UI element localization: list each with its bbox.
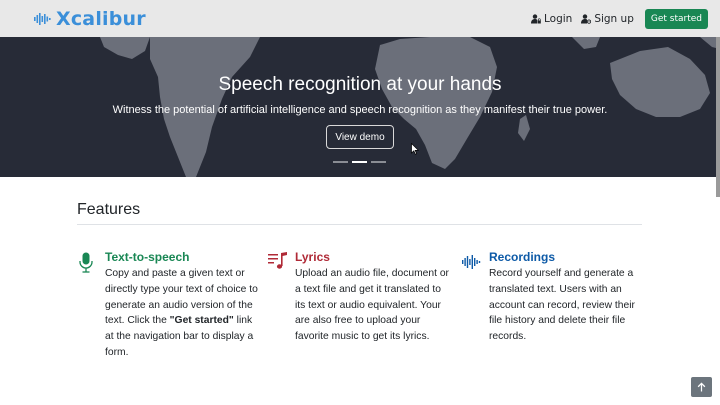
carousel-indicator-1[interactable] [333,161,348,163]
page-scrollbar[interactable] [716,37,720,197]
hero-subtitle: Witness the potential of artificial inte… [112,104,608,116]
get-started-button[interactable]: Get started [644,8,708,29]
signup-link[interactable]: Sign up [581,13,634,25]
feature-description: Upload an audio file, document or a text… [295,268,449,343]
view-demo-button[interactable]: View demo [326,125,394,149]
user-lock-icon [530,13,541,23]
features-heading: Features [77,201,141,218]
carousel-indicators [333,161,386,163]
login-label: Login [543,12,573,25]
hero-title: Speech recognition at your hands [218,74,502,95]
carousel-indicator-2[interactable] [352,161,367,163]
signup-label: Sign up [594,12,634,25]
user-gear-icon [581,13,592,24]
mouse-cursor-icon [411,143,419,155]
music-list-icon [268,252,287,269]
feature-title: Text-to-speech [105,250,190,264]
feature-title: Lyrics [295,250,330,264]
feature-text-to-speech: Text-to-speech Copy and paste a given te… [78,250,258,361]
arrow-up-icon [697,382,706,392]
feature-lyrics: Lyrics Upload an audio file, document or… [268,250,453,345]
microphone-icon [79,252,93,273]
feature-description: Record yourself and generate a translate… [489,268,635,343]
soundwave-icon [462,255,481,269]
hero-carousel: Speech recognition at your hands Witness… [0,37,720,177]
features-divider [77,224,642,225]
navbar: Xcalibur Login Sign up Get started [0,0,720,37]
back-to-top-button[interactable] [691,377,712,397]
brand-logo[interactable]: Xcalibur [34,8,146,30]
feature-title: Recordings [489,250,556,264]
carousel-indicator-3[interactable] [371,161,386,163]
soundwave-logo-icon [34,12,51,25]
feature-recordings: Recordings Record yourself and generate … [462,250,642,345]
feature-description: Copy and paste a given text or directly … [105,268,258,358]
brand-name: Xcalibur [56,7,146,30]
login-link[interactable]: Login [530,12,573,25]
